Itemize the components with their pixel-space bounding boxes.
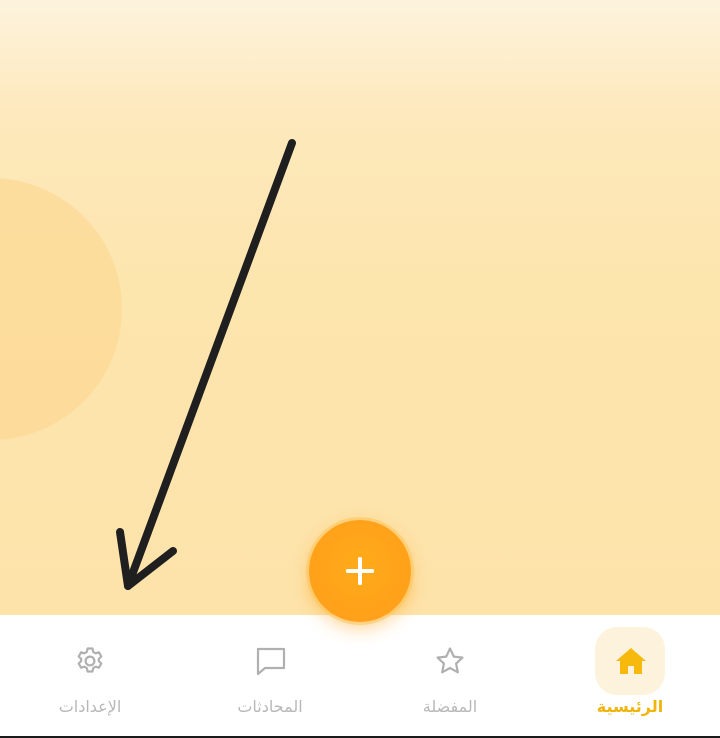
nav-label-chats: المحادثات	[237, 697, 303, 716]
nav-label-settings: الإعدادات	[58, 697, 122, 716]
decorative-circle	[0, 178, 122, 440]
nav-item-home[interactable]: الرئيسية	[540, 615, 720, 736]
add-button[interactable]	[309, 520, 411, 622]
gear-icon	[77, 647, 103, 673]
nav-label-home: الرئيسية	[596, 697, 664, 716]
nav-icon-container-active	[595, 627, 665, 695]
star-icon	[436, 647, 464, 674]
home-icon	[616, 648, 646, 674]
nav-item-settings[interactable]: الإعدادات	[0, 615, 180, 736]
nav-item-favorites[interactable]: المفضلة	[360, 615, 540, 736]
nav-icon-container	[55, 627, 125, 695]
plus-icon	[346, 557, 374, 585]
nav-icon-container	[235, 627, 305, 695]
nav-item-chats[interactable]: المحادثات	[180, 615, 360, 736]
nav-icon-container	[415, 627, 485, 695]
bottom-navigation-bar: الإعدادات المحادثات المفضلة الرئيسية	[0, 615, 720, 738]
chat-bubble-icon	[256, 647, 286, 676]
nav-label-favorites: المفضلة	[422, 697, 478, 716]
